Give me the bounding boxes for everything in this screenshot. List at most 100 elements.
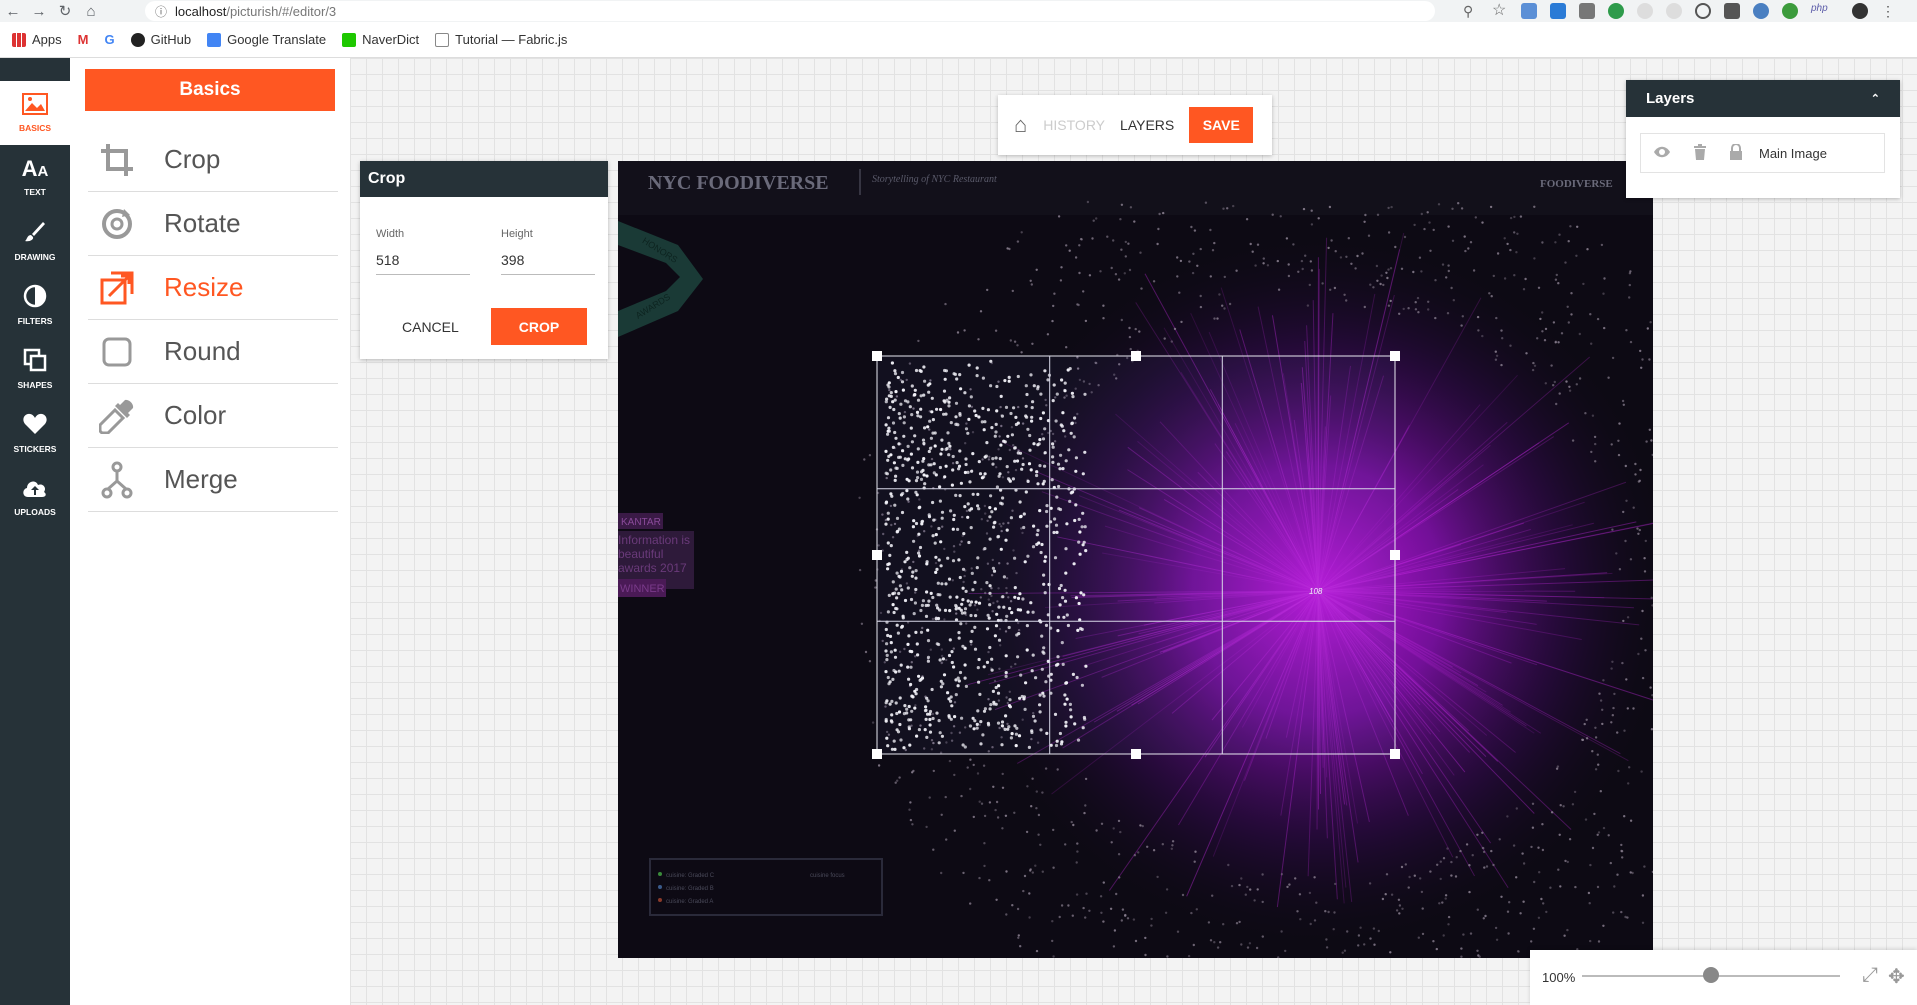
- extension-icon[interactable]: [1579, 3, 1595, 19]
- dot: [1476, 315, 1480, 319]
- dot: [1298, 893, 1302, 896]
- tool-text[interactable]: AA TEXT: [0, 145, 70, 209]
- extension-icon[interactable]: [1695, 3, 1711, 19]
- tool-stickers[interactable]: STICKERS: [0, 401, 70, 465]
- bookmark-apps[interactable]: Apps: [12, 32, 62, 47]
- dot: [1334, 882, 1337, 886]
- dot: [1398, 912, 1401, 915]
- dot: [1350, 262, 1353, 265]
- image-canvas[interactable]: NYC FOODIVERSE Storytelling of NYC Resta…: [618, 161, 1653, 958]
- dot: [1209, 228, 1212, 232]
- key-icon[interactable]: ⚲: [1463, 3, 1479, 19]
- width-field[interactable]: 518: [376, 249, 470, 275]
- dot: [1442, 857, 1446, 860]
- dot: [1332, 928, 1335, 931]
- dot: [1057, 215, 1061, 218]
- save-button[interactable]: SAVE: [1189, 107, 1254, 143]
- panel-item-color[interactable]: Color: [88, 384, 338, 448]
- home-icon[interactable]: ⌂: [1014, 112, 1027, 138]
- dot: [1625, 499, 1628, 502]
- crop-handle[interactable]: [1131, 351, 1141, 361]
- bookmark-github[interactable]: GitHub: [130, 32, 191, 47]
- crop-handle[interactable]: [1390, 749, 1400, 759]
- panel-item-resize[interactable]: Resize: [88, 256, 338, 320]
- trash-icon[interactable]: [1693, 143, 1707, 163]
- lock-icon[interactable]: [1729, 142, 1743, 163]
- crop-handle[interactable]: [1131, 749, 1141, 759]
- dot: [1052, 828, 1055, 832]
- bookmark-google[interactable]: G: [104, 32, 114, 47]
- bookmark-label: Google Translate: [227, 32, 327, 47]
- dot: [1627, 782, 1630, 785]
- tool-uploads[interactable]: UPLOADS: [0, 465, 70, 529]
- extension-icon[interactable]: [1724, 3, 1740, 19]
- extension-icon[interactable]: [1666, 3, 1682, 19]
- dot: [1277, 288, 1281, 291]
- extension-icon[interactable]: [1637, 3, 1653, 19]
- extension-icon[interactable]: [1521, 3, 1537, 19]
- zoom-slider-handle[interactable]: [1703, 967, 1719, 983]
- home-icon[interactable]: ⌂: [78, 3, 104, 20]
- panel-item-merge[interactable]: Merge: [88, 448, 338, 512]
- layer-item[interactable]: Main Image: [1640, 133, 1885, 173]
- crop-handle[interactable]: [872, 550, 882, 560]
- height-field[interactable]: 398: [501, 249, 595, 275]
- extension-icon[interactable]: [1782, 3, 1798, 19]
- tool-filters[interactable]: FILTERS: [0, 273, 70, 337]
- back-icon[interactable]: ←: [0, 3, 26, 20]
- dot: [1477, 329, 1480, 332]
- cancel-button[interactable]: CANCEL: [402, 319, 459, 335]
- dot: [1459, 849, 1462, 853]
- forward-icon[interactable]: →: [26, 3, 52, 20]
- star-icon[interactable]: ☆: [1492, 3, 1508, 19]
- layers-button[interactable]: LAYERS: [1120, 117, 1174, 133]
- tool-shapes[interactable]: SHAPES: [0, 337, 70, 401]
- chevron-up-icon[interactable]: ⌃: [1871, 92, 1880, 105]
- tool-basics[interactable]: BASICS: [0, 81, 70, 145]
- panel-item-rotate[interactable]: Rotate: [88, 192, 338, 256]
- tool-drawing[interactable]: DRAWING: [0, 209, 70, 273]
- legend-entry: cuisine: Graded C: [666, 873, 715, 879]
- dot: [1238, 920, 1241, 924]
- gmail-icon: M: [77, 32, 89, 47]
- dot: [1623, 729, 1626, 732]
- url-field[interactable]: ⓘ localhost/picturish/#/editor/3: [145, 1, 1435, 21]
- crop-button[interactable]: CROP: [491, 308, 587, 345]
- panel-item-crop[interactable]: Crop: [88, 128, 338, 192]
- bookmark-gmail[interactable]: M: [78, 32, 89, 47]
- dot: [909, 818, 913, 822]
- dot: [1566, 305, 1569, 308]
- bookmark-google-translate[interactable]: Google Translate: [207, 32, 326, 47]
- dot: [1223, 275, 1226, 279]
- extension-icon[interactable]: [1550, 3, 1566, 19]
- image-brand: FOODIVERSE: [1540, 178, 1613, 190]
- crop-handle[interactable]: [1390, 550, 1400, 560]
- crop-handle[interactable]: [872, 351, 882, 361]
- image-title: NYC FOODIVERSE: [648, 172, 829, 194]
- crop-handle[interactable]: [872, 749, 882, 759]
- dot: [1471, 854, 1474, 857]
- php-icon[interactable]: php: [1811, 3, 1828, 19]
- extension-icon[interactable]: [1753, 3, 1769, 19]
- menu-icon[interactable]: ⋮: [1881, 3, 1897, 19]
- dot: [1602, 292, 1605, 295]
- dot: [1253, 899, 1256, 902]
- move-icon[interactable]: ✥: [1888, 964, 1905, 989]
- crop-selection[interactable]: [876, 355, 1396, 755]
- reload-icon[interactable]: ↻: [52, 2, 78, 20]
- bookmark-fabricjs[interactable]: Tutorial — Fabric.js: [435, 32, 567, 47]
- dot: [1434, 279, 1437, 282]
- eye-icon[interactable]: [1653, 145, 1671, 161]
- panel-item-round[interactable]: Round: [88, 320, 338, 384]
- profile-icon[interactable]: [1852, 3, 1868, 19]
- extension-icon[interactable]: [1608, 3, 1624, 19]
- fit-screen-icon[interactable]: ⤢: [1862, 964, 1878, 987]
- history-button[interactable]: HISTORY: [1043, 117, 1105, 133]
- dot: [1638, 528, 1641, 532]
- crop-handle[interactable]: [1390, 351, 1400, 361]
- dot: [1035, 790, 1038, 793]
- dot: [1468, 864, 1471, 867]
- dot: [1615, 552, 1618, 555]
- dot: [953, 829, 956, 832]
- bookmark-naverdict[interactable]: NaverDict: [342, 32, 419, 47]
